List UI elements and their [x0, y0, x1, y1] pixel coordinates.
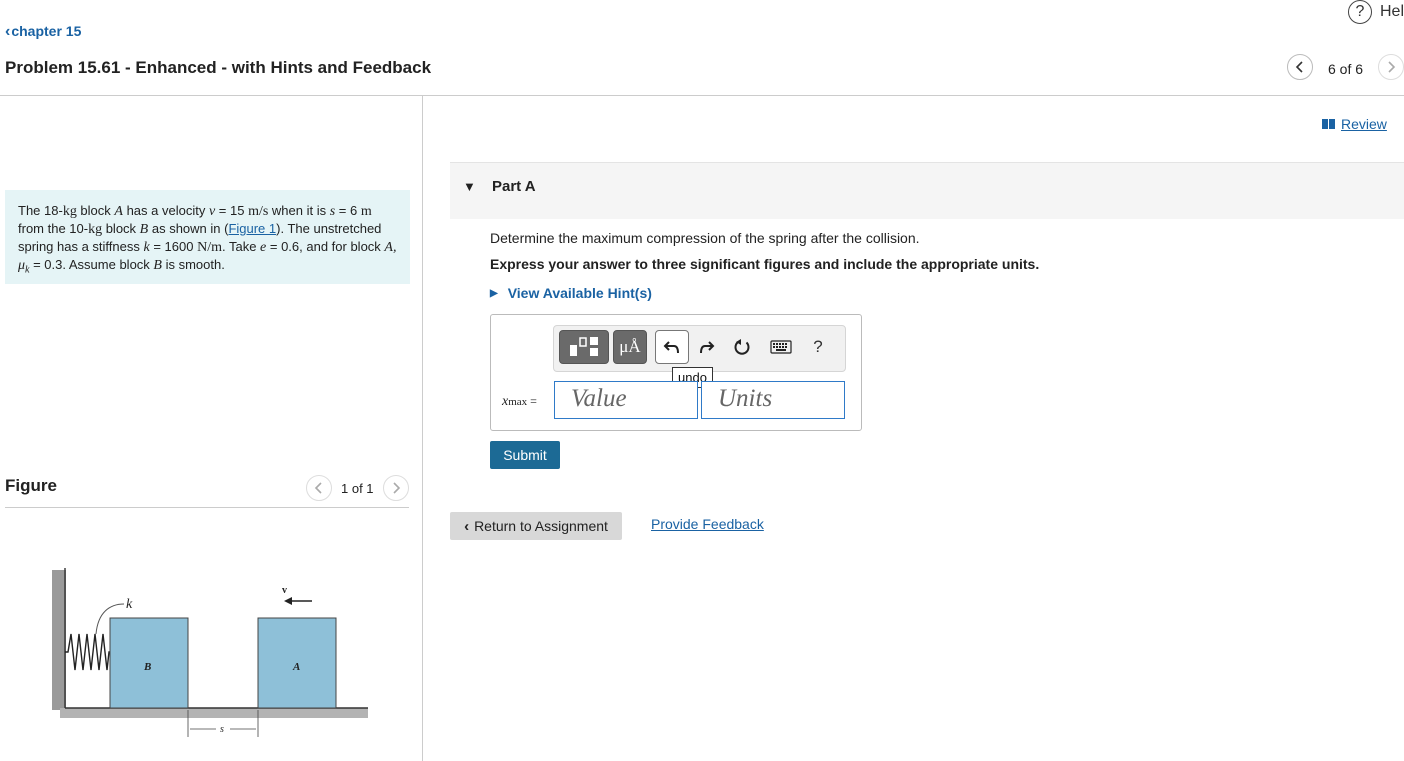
instructions-text: Express your answer to three significant…: [490, 256, 1040, 272]
view-hints-toggle[interactable]: ▶ View Available Hint(s): [490, 285, 652, 301]
templates-icon: [570, 337, 598, 356]
next-problem-button[interactable]: [1378, 54, 1404, 80]
chevron-left-icon: ‹: [464, 517, 470, 535]
return-to-assignment-button[interactable]: ‹ Return to Assignment: [450, 512, 622, 540]
part-title: Part A: [492, 178, 536, 195]
question-text: Determine the maximum compression of the…: [490, 230, 920, 246]
chevron-right-icon: [393, 482, 401, 494]
block-b-label: B: [143, 661, 151, 673]
caret-right-icon: ▶: [490, 287, 498, 299]
figure-diagram: k B A v s: [52, 568, 368, 737]
return-label: Return to Assignment: [474, 518, 608, 534]
keyboard-icon: [770, 340, 792, 354]
block-a-label: A: [292, 661, 300, 673]
previous-problem-button[interactable]: [1287, 54, 1313, 80]
reset-icon: [734, 339, 750, 355]
back-link-label: chapter 15: [11, 23, 82, 39]
chevron-left-icon: ‹: [5, 23, 11, 40]
units-input[interactable]: Units: [701, 381, 845, 419]
figure-divider: [5, 507, 409, 508]
review-link[interactable]: Review: [1322, 116, 1387, 132]
figure-title: Figure: [5, 476, 57, 495]
reset-button[interactable]: [728, 330, 756, 364]
ground: [60, 708, 368, 718]
math-help-button[interactable]: ?: [806, 330, 830, 364]
chevron-left-icon: [314, 482, 322, 494]
help-link[interactable]: Hel: [1380, 3, 1404, 21]
page-title: Problem 15.61 - Enhanced - with Hints an…: [5, 58, 432, 77]
templates-button[interactable]: [559, 330, 609, 364]
figure-counter: 1 of 1: [341, 481, 374, 496]
spring: [65, 633, 110, 671]
hints-label: View Available Hint(s): [507, 285, 652, 301]
wall: [52, 570, 66, 710]
problem-statement: The 18-kg block A has a velocity v = 15 …: [5, 190, 410, 284]
figure-link[interactable]: Figure 1: [228, 221, 276, 236]
problem-counter: 6 of 6: [1328, 61, 1364, 77]
undo-icon: [663, 341, 679, 354]
review-label: Review: [1341, 116, 1387, 132]
redo-button[interactable]: [692, 330, 720, 364]
panel-divider: [422, 96, 423, 761]
chevron-left-icon: [1295, 61, 1303, 73]
keyboard-button[interactable]: [766, 330, 796, 364]
undo-button[interactable]: [655, 330, 689, 364]
distance-label: s: [220, 724, 224, 735]
provide-feedback-link[interactable]: Provide Feedback: [651, 516, 764, 532]
header-divider: [0, 95, 1404, 96]
submit-button[interactable]: Submit: [490, 441, 560, 469]
part-a-header[interactable]: [450, 162, 1404, 219]
redo-icon: [700, 341, 715, 354]
back-to-chapter-link[interactable]: ‹chapter 15: [5, 23, 81, 41]
symbols-button[interactable]: μÅ: [613, 330, 647, 364]
help-icon[interactable]: ?: [1348, 0, 1372, 24]
answer-variable-label: xmax =: [502, 394, 537, 409]
caret-down-icon[interactable]: ▼: [463, 179, 476, 194]
spring-label: k: [126, 597, 133, 612]
figure-next-button[interactable]: [383, 475, 409, 501]
value-input[interactable]: Value: [554, 381, 698, 419]
book-icon: [1322, 119, 1335, 129]
velocity-label: v: [282, 585, 287, 596]
figure-previous-button[interactable]: [306, 475, 332, 501]
chevron-right-icon: [1388, 61, 1396, 73]
